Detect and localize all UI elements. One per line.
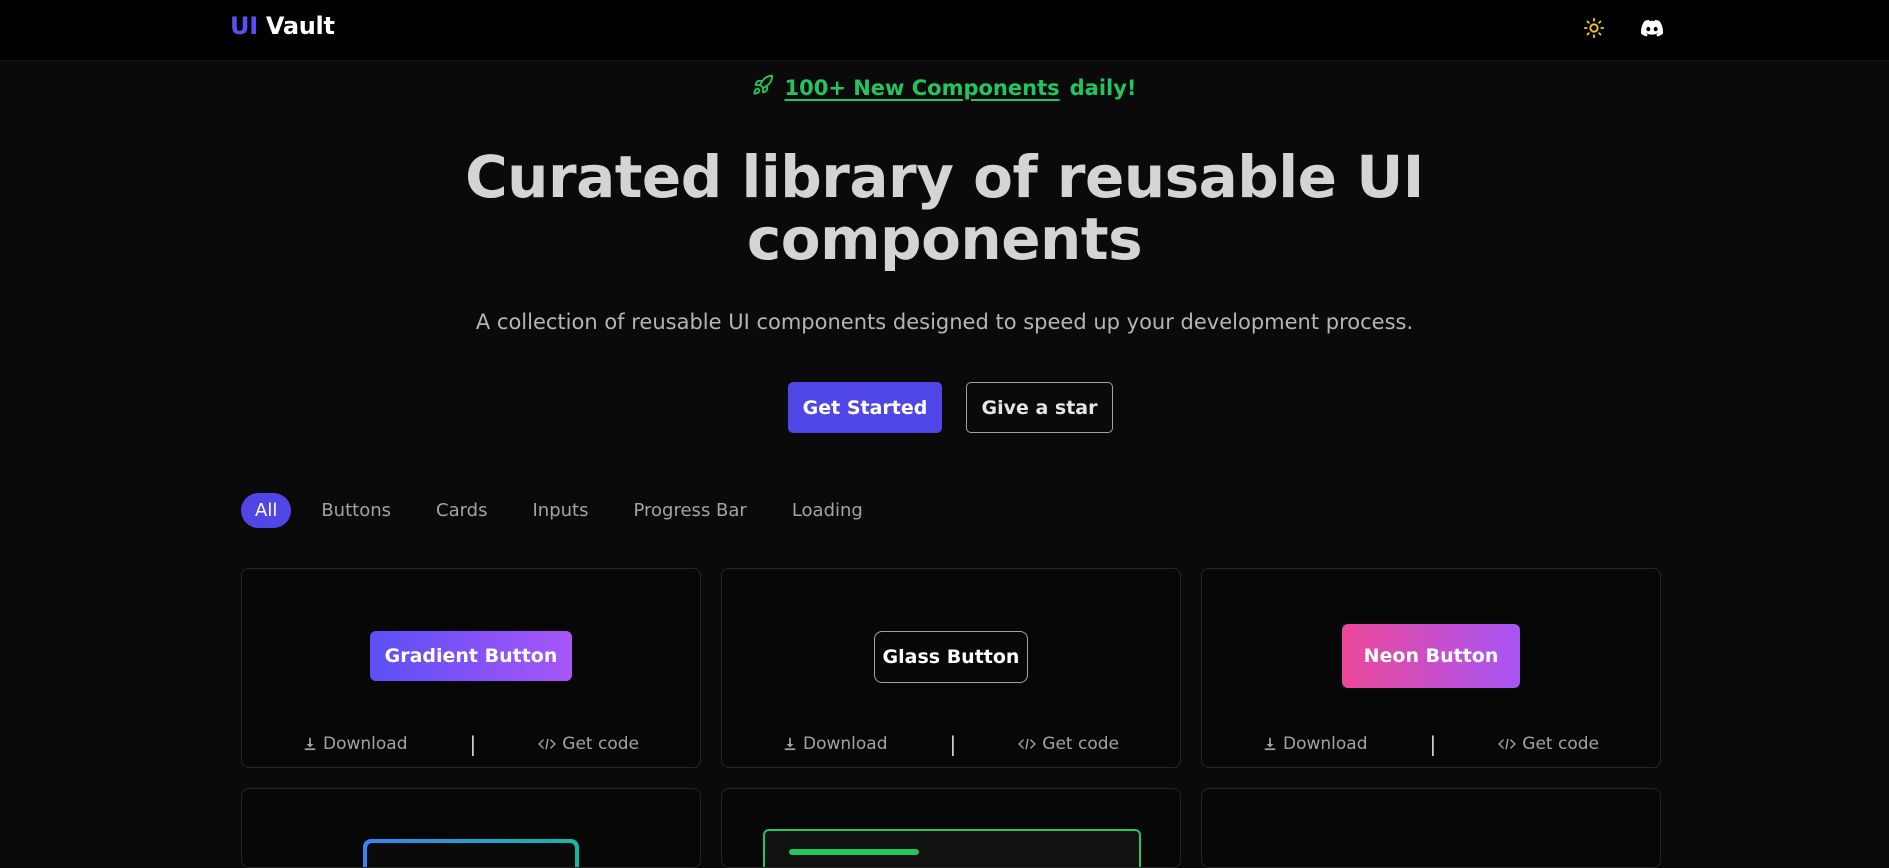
download-button[interactable]: Download: [783, 734, 888, 754]
filter-tab-inputs[interactable]: Inputs: [519, 493, 603, 528]
code-icon: [1498, 738, 1517, 750]
hero-subtitle: A collection of reusable UI components d…: [475, 310, 1414, 334]
code-icon: [538, 738, 557, 750]
hero-title: Curated library of reusable UI component…: [0, 146, 1889, 270]
discord-icon[interactable]: [1637, 13, 1667, 43]
action-separator: |: [949, 732, 957, 756]
hero-title-line1: Curated library of reusable UI: [465, 143, 1424, 211]
get-started-button[interactable]: Get Started: [788, 382, 942, 433]
glass-button-demo[interactable]: Glass Button: [874, 631, 1028, 683]
green-border-demo[interactable]: [763, 829, 1141, 867]
download-icon: [784, 737, 796, 751]
get-code-label: Get code: [1042, 734, 1119, 754]
component-card-partial: [241, 788, 701, 868]
get-code-button[interactable]: Get code: [1018, 734, 1119, 754]
code-icon: [1018, 738, 1037, 750]
action-separator: |: [469, 732, 477, 756]
get-code-button[interactable]: Get code: [538, 734, 639, 754]
download-icon: [304, 737, 316, 751]
action-separator: |: [1429, 732, 1437, 756]
download-label: Download: [1283, 734, 1368, 754]
download-label: Download: [323, 734, 408, 754]
get-code-label: Get code: [1522, 734, 1599, 754]
filter-tab-progress-bar[interactable]: Progress Bar: [620, 493, 761, 528]
card-actions: Download | Get code: [722, 732, 1180, 756]
download-label: Download: [803, 734, 888, 754]
component-card-partial: [1201, 788, 1661, 868]
rocket-icon: [752, 74, 774, 101]
filter-tab-loading[interactable]: Loading: [778, 493, 877, 528]
filter-tab-all[interactable]: All: [241, 493, 292, 528]
logo-vault: Vault: [265, 12, 335, 40]
sun-icon[interactable]: [1579, 13, 1609, 43]
component-card-neon-button: Neon Button Download | Get code: [1201, 568, 1661, 768]
download-button[interactable]: Download: [1263, 734, 1368, 754]
top-navbar: UI Vault: [0, 0, 1889, 61]
logo[interactable]: UI Vault: [230, 12, 335, 40]
component-card-gradient-button: Gradient Button Download | Get code: [241, 568, 701, 768]
get-code-button[interactable]: Get code: [1498, 734, 1599, 754]
component-card-partial: [721, 788, 1181, 868]
filter-tab-cards[interactable]: Cards: [422, 493, 502, 528]
card-actions: Download | Get code: [1202, 732, 1660, 756]
gradient-button-demo[interactable]: Gradient Button: [370, 631, 572, 681]
component-card-glass-button: Glass Button Download | Get code: [721, 568, 1181, 768]
filter-tab-buttons[interactable]: Buttons: [307, 493, 405, 528]
download-icon: [1264, 737, 1276, 751]
get-code-label: Get code: [562, 734, 639, 754]
banner-suffix: daily!: [1069, 75, 1137, 100]
gradient-border-demo[interactable]: [363, 839, 579, 867]
announcement-banner: 100+ New Components daily!: [0, 74, 1889, 101]
give-a-star-button[interactable]: Give a star: [966, 382, 1113, 433]
category-filter-tabs: All Buttons Cards Inputs Progress Bar Lo…: [241, 493, 894, 528]
card-actions: Download | Get code: [242, 732, 700, 756]
hero-title-line2: components: [746, 205, 1143, 273]
new-components-link[interactable]: 100+ New Components: [784, 76, 1059, 100]
logo-ui: UI: [230, 12, 258, 40]
neon-button-demo[interactable]: Neon Button: [1342, 624, 1520, 688]
download-button[interactable]: Download: [303, 734, 408, 754]
